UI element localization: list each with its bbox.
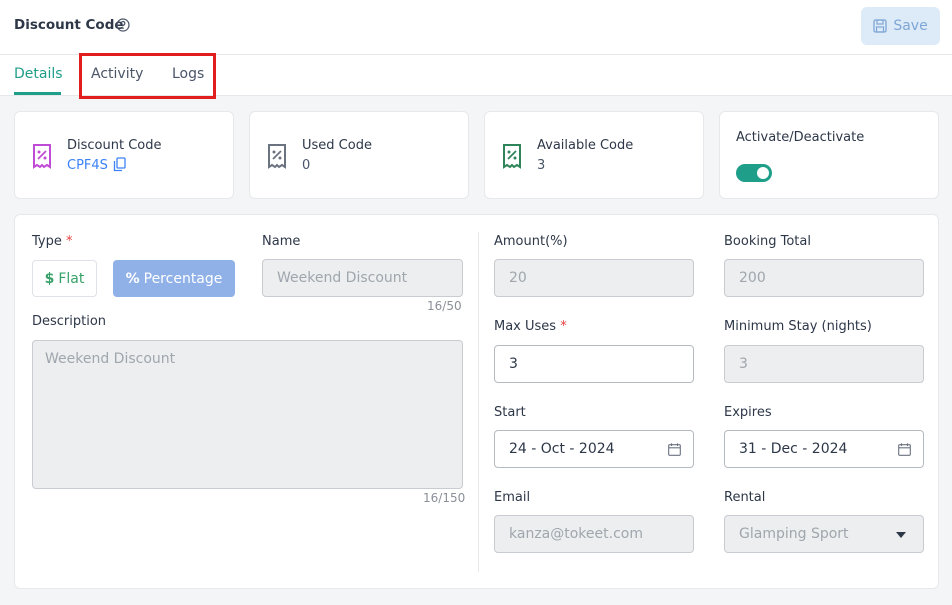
used-code-value: 0	[302, 158, 311, 173]
discount-code-value[interactable]: CPF4S	[67, 158, 108, 173]
activate-label: Activate/Deactivate	[736, 130, 865, 145]
page-title: Discount Code	[14, 17, 124, 33]
percentage-type-button[interactable]: % Percentage	[113, 260, 235, 297]
booking-total-label: Booking Total	[724, 234, 811, 249]
description-label: Description	[32, 314, 107, 329]
expires-date-input[interactable]: 31 - Dec - 2024	[724, 430, 924, 468]
dollar-icon: $	[44, 270, 55, 287]
activate-toggle[interactable]	[736, 164, 772, 182]
rental-select[interactable]: Glamping Sport	[724, 515, 924, 553]
active-tab-indicator	[14, 92, 61, 95]
booking-total-input[interactable]: 200	[724, 259, 924, 297]
description-textarea[interactable]: Weekend Discount	[32, 340, 463, 489]
tab-details[interactable]: Details	[14, 66, 63, 82]
min-stay-label: Minimum Stay (nights)	[724, 319, 872, 334]
save-label: Save	[893, 18, 928, 34]
name-input[interactable]: Weekend Discount	[262, 259, 463, 297]
amount-input[interactable]: 20	[494, 259, 694, 297]
details-form: Type * $ Flat % Percentage Name Weekend …	[14, 214, 939, 589]
start-label: Start	[494, 405, 526, 420]
max-uses-input[interactable]: 3	[494, 345, 694, 383]
calendar-icon[interactable]	[898, 443, 911, 456]
min-stay-input[interactable]: 3	[724, 345, 924, 383]
percent-icon: %	[125, 270, 140, 287]
calendar-icon[interactable]	[668, 443, 681, 456]
activate-card: Activate/Deactivate	[719, 111, 939, 199]
used-code-label: Used Code	[302, 138, 372, 153]
max-uses-label: Max Uses *	[494, 319, 567, 334]
email-label: Email	[494, 490, 531, 505]
highlight-annotation	[79, 53, 216, 99]
available-code-label: Available Code	[537, 138, 634, 153]
save-button[interactable]: Save	[861, 7, 940, 45]
available-coupon-icon	[503, 144, 521, 169]
discount-code-label: Discount Code	[67, 138, 162, 153]
flat-type-button[interactable]: $ Flat	[32, 260, 97, 297]
help-icon[interactable]	[116, 18, 130, 32]
rental-label: Rental	[724, 490, 766, 505]
discount-coupon-icon	[33, 144, 51, 169]
name-counter: 16/50	[427, 299, 462, 313]
save-icon	[873, 19, 887, 33]
available-code-value: 3	[537, 158, 546, 173]
amount-label: Amount(%)	[494, 234, 568, 249]
copy-icon[interactable]	[113, 157, 126, 172]
used-coupon-icon	[268, 144, 286, 169]
expires-label: Expires	[724, 405, 772, 420]
used-code-card: Used Code 0	[249, 111, 469, 199]
description-counter: 16/150	[423, 491, 466, 505]
column-divider	[478, 232, 479, 572]
chevron-down-icon	[896, 532, 906, 538]
start-date-input[interactable]: 24 - Oct - 2024	[494, 430, 694, 468]
type-label: Type *	[32, 234, 73, 249]
discount-code-card: Discount Code CPF4S	[14, 111, 234, 199]
header-bar: Discount Code Save	[0, 0, 952, 55]
email-input[interactable]: kanza@tokeet.com	[494, 515, 694, 553]
available-code-card: Available Code 3	[484, 111, 704, 199]
name-label: Name	[262, 234, 301, 249]
